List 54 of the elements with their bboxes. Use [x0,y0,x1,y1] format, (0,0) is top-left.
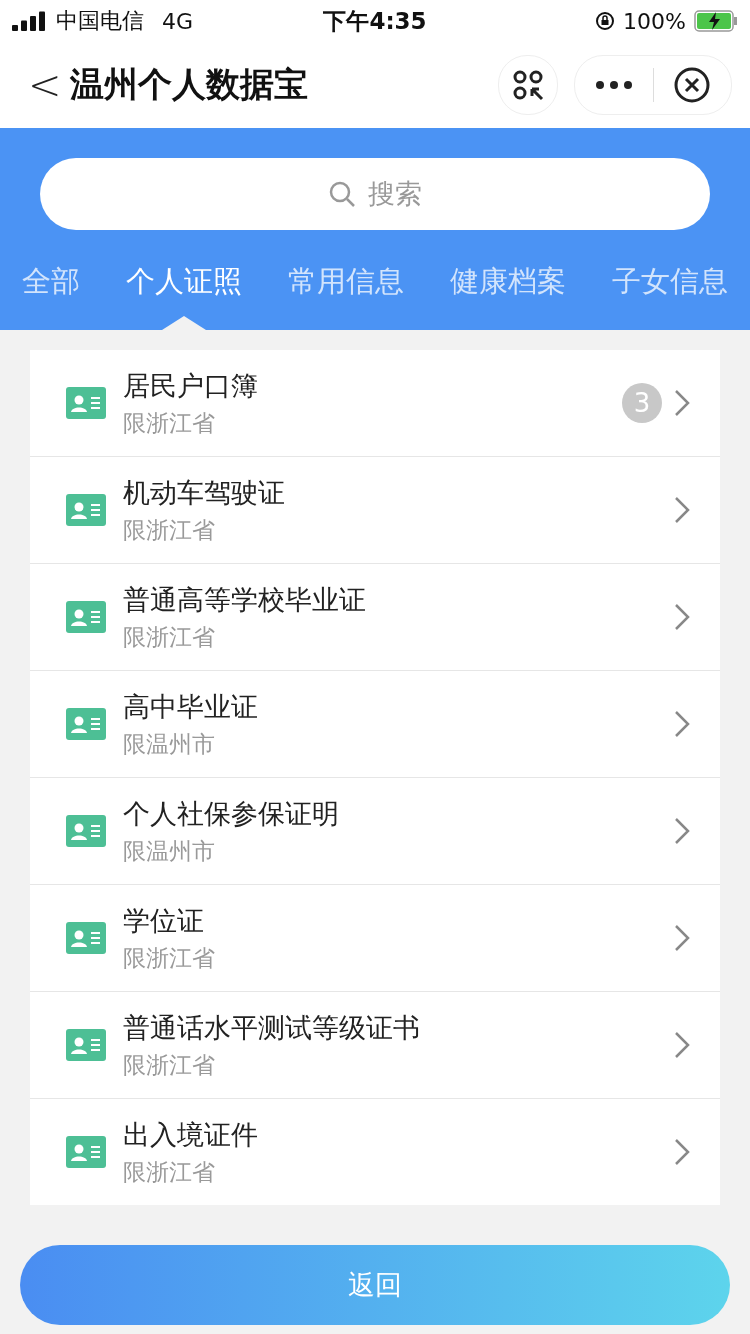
chevron-right-icon [674,924,690,952]
region-label: 限温州市 [123,729,216,759]
document-row[interactable]: 普通话水平测试等级证书 限浙江省 [30,992,720,1099]
chevron-right-icon [674,817,690,845]
region-label: 限温州市 [123,836,216,866]
document-title: 学位证 [123,903,205,938]
network-type: 4G [162,8,194,34]
document-row[interactable]: 高中毕业证 限温州市 [30,671,720,778]
region-label: 限浙江省 [123,622,216,652]
chevron-right-icon [674,496,690,524]
chevron-right-icon [674,389,690,417]
id-card-icon [66,387,106,419]
chevron-right-icon [674,1138,690,1166]
more-icon [594,80,633,90]
chevron-right-icon [674,603,690,631]
region-label: 限浙江省 [123,515,216,545]
region-label: 限浙江省 [123,1050,216,1080]
document-row[interactable]: 机动车驾驶证 限浙江省 [30,457,720,564]
document-title: 高中毕业证 [123,689,259,724]
clock-time: 下午4:35 [323,6,427,36]
battery-percent: 100% [623,8,686,34]
chevron-right-icon [674,1031,690,1059]
region-label: 限浙江省 [123,943,216,973]
document-title: 机动车驾驶证 [123,475,286,510]
document-title: 普通话水平测试等级证书 [123,1010,421,1045]
search-icon [328,180,356,208]
document-row[interactable]: 个人社保参保证明 限温州市 [30,778,720,885]
battery-charging-icon [694,10,738,32]
document-row[interactable]: 学位证 限浙江省 [30,885,720,992]
id-card-icon [66,494,106,526]
region-label: 限浙江省 [123,1157,216,1187]
search-placeholder: 搜索 [368,177,422,211]
id-card-icon [66,815,106,847]
document-title: 个人社保参保证明 [123,796,340,831]
id-card-icon [66,708,106,740]
id-card-icon [66,601,106,633]
scan-icon [512,69,544,101]
id-card-icon [66,1029,106,1061]
back-button[interactable]: < [28,62,62,108]
signal-icon [12,11,46,31]
close-icon [674,67,711,103]
rotation-lock-icon [595,11,616,31]
document-row[interactable]: 出入境证件 限浙江省 [30,1099,720,1205]
document-title: 出入境证件 [123,1117,259,1152]
document-row[interactable]: 普通高等学校毕业证 限浙江省 [30,564,720,671]
carrier-name: 中国电信 [56,7,144,35]
scan-button[interactable] [498,55,558,115]
region-label: 限浙江省 [123,408,216,438]
chevron-right-icon [674,710,690,738]
document-title: 居民户口簿 [123,368,259,403]
id-card-icon [66,922,106,954]
id-card-icon [66,1136,106,1168]
document-title: 普通高等学校毕业证 [123,582,367,617]
page-title: 温州个人数据宝 [69,63,309,106]
